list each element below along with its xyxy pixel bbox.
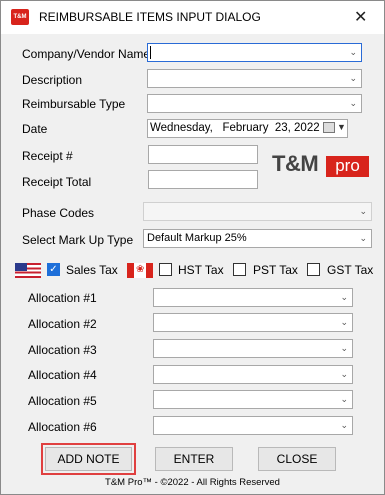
chevron-down-icon: ⌄ [340, 317, 348, 327]
allocation-5-label: Allocation #5 [28, 394, 97, 408]
phase-label: Phase Codes [22, 206, 95, 220]
company-label: Company/Vendor Name [22, 47, 151, 61]
date-value: Wednesday, February 23, 2022 [150, 122, 320, 134]
markup-value: Default Markup 25% [147, 232, 247, 244]
date-picker[interactable]: Wednesday, February 23, 2022 ▼ [147, 119, 348, 138]
receipt-no-label: Receipt # [22, 149, 73, 163]
close-button[interactable]: CLOSE [258, 447, 336, 471]
add-note-button[interactable]: ADD NOTE [41, 443, 136, 475]
allocation-3-combo[interactable]: ⌄ [153, 339, 353, 358]
logo-text: T&M [272, 151, 319, 176]
allocation-6-combo[interactable]: ⌄ [153, 416, 353, 435]
allocation-4-label: Allocation #4 [28, 368, 97, 382]
us-flag-icon [15, 263, 41, 278]
markup-combo[interactable]: Default Markup 25% ⌄ [143, 229, 372, 248]
copyright-footer: T&M Pro™ - ©2022 - All Rights Reserved [105, 477, 280, 488]
company-combo[interactable]: ⌄ [147, 43, 362, 62]
allocation-1-label: Allocation #1 [28, 291, 97, 305]
receipt-total-input[interactable] [148, 170, 258, 189]
description-combo[interactable]: ⌄ [147, 69, 362, 88]
allocation-3-label: Allocation #3 [28, 343, 97, 357]
sales-tax-label: Sales Tax [66, 263, 118, 277]
chevron-down-icon: ⌄ [349, 73, 357, 83]
date-label: Date [22, 122, 48, 136]
pst-tax-label: PST Tax [253, 263, 298, 277]
receipt-no-input[interactable] [148, 145, 258, 164]
allocation-2-combo[interactable]: ⌄ [153, 313, 353, 332]
allocation-1-combo[interactable]: ⌄ [153, 288, 353, 307]
chevron-down-icon: ⌄ [340, 343, 348, 353]
hst-tax-checkbox[interactable] [159, 263, 172, 276]
chevron-down-icon: ⌄ [359, 206, 367, 216]
chevron-down-icon: ⌄ [340, 369, 348, 379]
chevron-down-icon: ⌄ [349, 47, 357, 57]
type-label: Reimbursable Type [22, 97, 126, 111]
window-title: REIMBURSABLE ITEMS INPUT DIALOG [39, 10, 261, 24]
chevron-down-icon: ⌄ [359, 233, 367, 243]
chevron-down-icon: ⌄ [349, 98, 357, 108]
dialog-window: T&M REIMBURSABLE ITEMS INPUT DIALOG ✕ Co… [0, 0, 385, 495]
logo-pro-badge: pro [326, 156, 369, 177]
close-icon[interactable]: ✕ [354, 7, 367, 27]
phase-combo[interactable]: ⌄ [143, 202, 372, 221]
allocation-2-label: Allocation #2 [28, 317, 97, 331]
text-cursor [150, 46, 151, 59]
sales-tax-checkbox[interactable]: ✓ [47, 263, 60, 276]
chevron-down-icon: ⌄ [340, 394, 348, 404]
gst-tax-checkbox[interactable] [307, 263, 320, 276]
type-combo[interactable]: ⌄ [147, 94, 362, 113]
brand-logo: T&M pro [272, 151, 369, 179]
canada-flag-icon: ❀ [127, 263, 153, 278]
enter-button[interactable]: ENTER [155, 447, 233, 471]
allocation-5-combo[interactable]: ⌄ [153, 390, 353, 409]
description-label: Description [22, 73, 83, 87]
markup-label: Select Mark Up Type [22, 233, 134, 247]
dropdown-arrow-icon[interactable]: ▼ [337, 122, 346, 132]
pst-tax-checkbox[interactable] [233, 263, 246, 276]
receipt-total-label: Receipt Total [22, 175, 92, 189]
allocation-4-combo[interactable]: ⌄ [153, 365, 353, 384]
gst-tax-label: GST Tax [327, 263, 374, 277]
hst-tax-label: HST Tax [178, 263, 224, 277]
chevron-down-icon: ⌄ [340, 420, 348, 430]
chevron-down-icon: ⌄ [340, 292, 348, 302]
allocation-6-label: Allocation #6 [28, 420, 97, 434]
app-icon: T&M [11, 9, 29, 25]
title-bar: T&M REIMBURSABLE ITEMS INPUT DIALOG ✕ [1, 1, 384, 34]
calendar-icon[interactable] [323, 122, 335, 133]
